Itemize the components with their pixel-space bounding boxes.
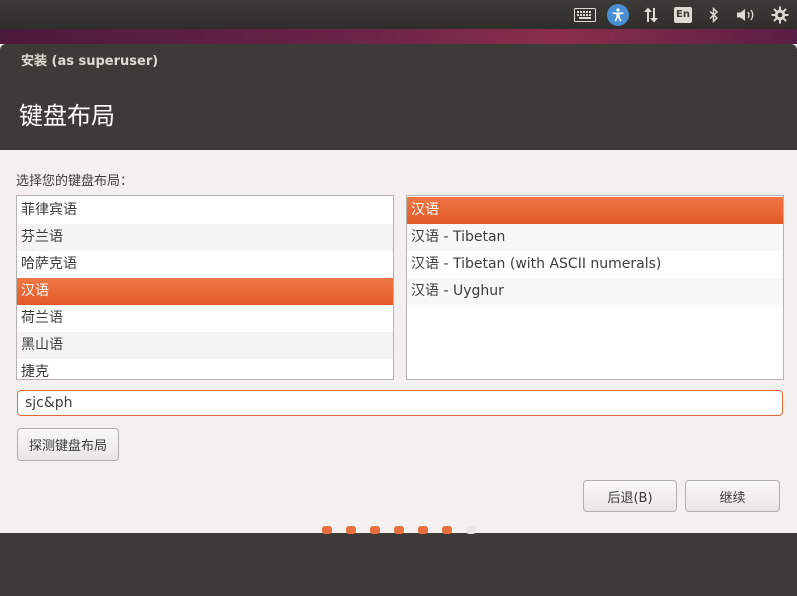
progress-dot xyxy=(442,526,452,534)
window-footer xyxy=(0,533,797,596)
list-item-selected[interactable]: 汉语 xyxy=(407,197,783,224)
layout-list[interactable]: 菲律宾语 芬兰语 哈萨克语 汉语 荷兰语 黑山语 捷克 xyxy=(16,195,394,380)
progress-dot xyxy=(346,526,356,534)
list-item[interactable]: 菲律宾语 xyxy=(17,197,393,224)
progress-dot xyxy=(418,526,428,534)
continue-button[interactable]: 继续 xyxy=(685,480,780,512)
list-item-selected[interactable]: 汉语 xyxy=(17,278,393,305)
list-item[interactable]: 芬兰语 xyxy=(17,224,393,251)
detect-layout-button[interactable]: 探测键盘布局 xyxy=(17,428,119,461)
variant-list[interactable]: 汉语 汉语 - Tibetan 汉语 - Tibetan (with ASCII… xyxy=(406,195,784,380)
volume-icon[interactable] xyxy=(736,4,758,26)
network-icon[interactable] xyxy=(640,4,662,26)
keyboard-test-input[interactable] xyxy=(17,390,783,416)
page-title: 键盘布局 xyxy=(19,102,115,130)
list-item[interactable]: 黑山语 xyxy=(17,332,393,359)
progress-dot xyxy=(322,526,332,534)
list-item[interactable]: 汉语 - Tibetan (with ASCII numerals) xyxy=(407,251,783,278)
top-panel: En xyxy=(0,0,797,29)
progress-dot xyxy=(394,526,404,534)
bluetooth-icon[interactable] xyxy=(703,4,725,26)
list-item[interactable]: 哈萨克语 xyxy=(17,251,393,278)
list-item[interactable]: 汉语 - Uyghur xyxy=(407,278,783,305)
window-header: 安装 (as superuser) 键盘布局 xyxy=(0,44,797,150)
settings-icon[interactable] xyxy=(769,4,791,26)
list-item[interactable]: 捷克 xyxy=(17,359,393,379)
accessibility-icon[interactable] xyxy=(607,3,629,26)
list-item[interactable]: 荷兰语 xyxy=(17,305,393,332)
layout-prompt: 选择您的键盘布局： xyxy=(16,174,134,189)
progress-dot xyxy=(370,526,380,534)
window-title: 安装 (as superuser) xyxy=(21,54,159,69)
keyboard-icon[interactable] xyxy=(574,4,596,26)
list-item[interactable]: 汉语 - Tibetan xyxy=(407,224,783,251)
installer-window: 安装 (as superuser) 键盘布局 选择您的键盘布局： 菲律宾语 芬兰… xyxy=(0,44,797,596)
progress-dots xyxy=(322,526,490,534)
progress-dot-current xyxy=(466,526,476,534)
back-button[interactable]: 后退(B) xyxy=(583,480,677,512)
language-indicator[interactable]: En xyxy=(674,6,692,23)
